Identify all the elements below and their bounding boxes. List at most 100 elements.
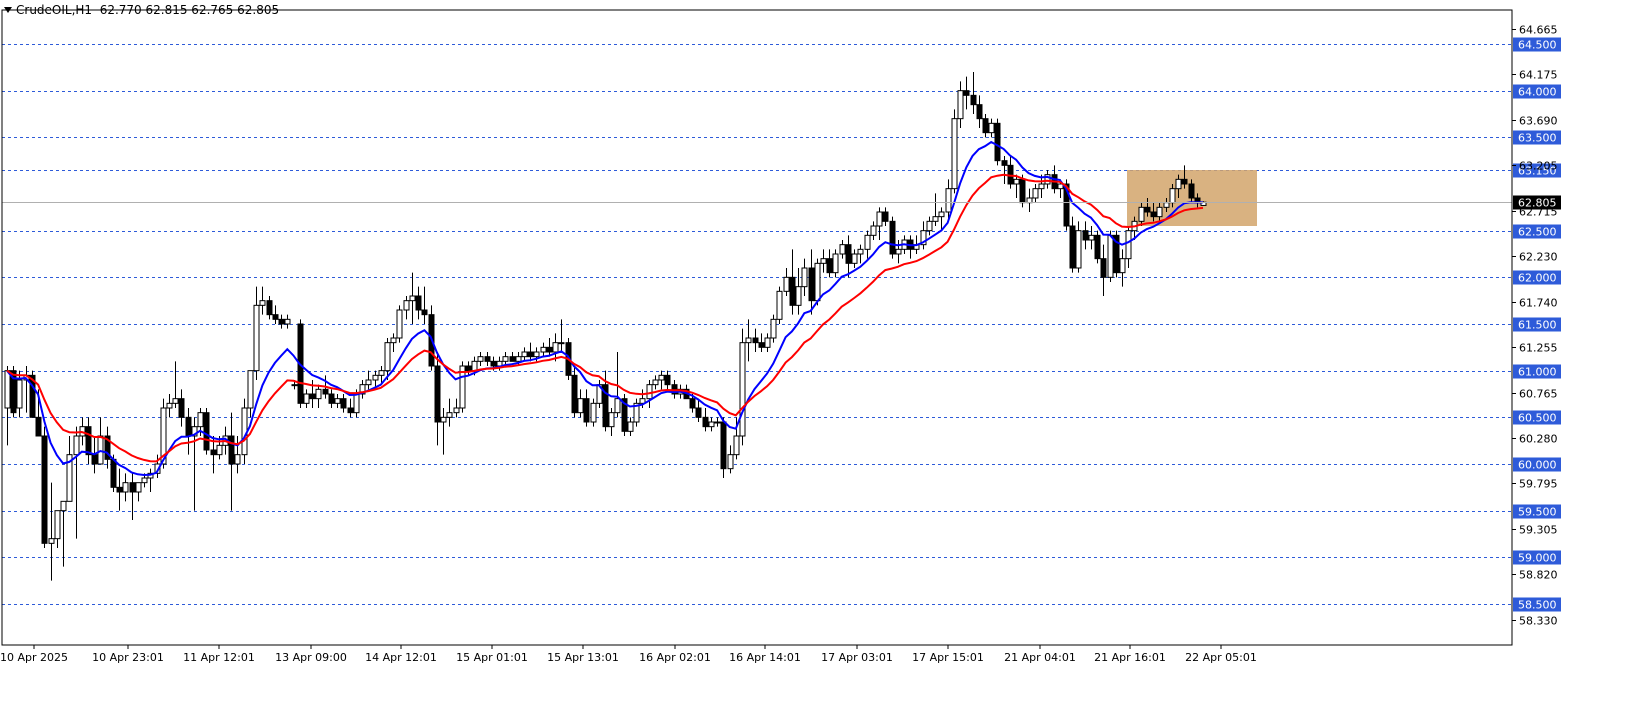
level-label: 64.500: [1518, 39, 1557, 52]
candle-body: [664, 374, 671, 386]
candle-body: [583, 398, 590, 423]
candle-body: [284, 318, 291, 325]
candle-body: [558, 342, 565, 345]
candle-body: [1088, 234, 1095, 241]
candle-body: [440, 416, 447, 423]
candle-body: [509, 356, 516, 362]
candle-body: [1150, 211, 1157, 218]
candle-body: [945, 188, 952, 213]
horizontal-levels: 64.50064.00063.50063.15062.50062.00061.5…: [2, 37, 1561, 612]
level-label: 61.500: [1518, 319, 1557, 332]
candle-body: [1019, 178, 1026, 204]
candle-body: [185, 416, 192, 437]
candle-body: [73, 435, 80, 456]
candle-body: [739, 342, 746, 437]
candle-body: [1038, 183, 1045, 190]
candle-body: [1175, 178, 1182, 190]
x-tick-label: 17 Apr 03:01: [821, 651, 893, 664]
candle-body: [253, 304, 260, 372]
candle-body: [110, 458, 117, 488]
candle-body: [234, 454, 241, 465]
time-axis: 10 Apr 2025 10 Apr 23:01 11 Apr 12:01 13 Ap…: [0, 645, 1257, 664]
candles: [4, 72, 1207, 581]
candle-body: [471, 360, 478, 372]
candle-body: [1075, 230, 1082, 269]
candle-body: [16, 379, 23, 409]
candle-body: [135, 482, 142, 493]
y-tick-label: 60.765: [1519, 388, 1558, 401]
candle-body: [259, 300, 266, 306]
candle-body: [820, 258, 827, 264]
candle-body: [776, 290, 783, 320]
candle-body: [988, 122, 995, 134]
candle-body: [178, 398, 185, 418]
level-label: 64.000: [1518, 86, 1557, 99]
candle-body: [1125, 230, 1132, 260]
current-price-marker: 62.805: [2, 195, 1561, 210]
chart-title: CrudeOIL,H1 62.770 62.815 62.765 62.805: [4, 3, 279, 17]
candle-body: [421, 309, 428, 316]
candle-body: [1181, 178, 1188, 185]
candle-body: [1188, 183, 1195, 199]
candle-body: [689, 398, 696, 409]
x-tick-label: 13 Apr 09:00: [275, 651, 347, 664]
x-tick-label: 15 Apr 01:01: [456, 651, 528, 664]
candle-body: [228, 435, 235, 465]
candle-body: [976, 104, 983, 120]
candle-body: [720, 421, 727, 470]
x-tick-label: 17 Apr 15:01: [912, 651, 984, 664]
candle-body: [658, 374, 665, 381]
candle-body: [546, 346, 553, 353]
candle-body: [758, 342, 765, 348]
candle-body: [789, 276, 796, 306]
candle-body: [801, 267, 808, 288]
candle-body: [1094, 234, 1101, 260]
candle-body: [714, 421, 721, 424]
candle-body: [384, 342, 391, 372]
candle-body: [770, 318, 777, 339]
candle-body: [702, 416, 709, 428]
candle-body: [85, 426, 92, 456]
candle-body: [303, 393, 310, 404]
candle-body: [963, 90, 970, 96]
candle-body: [434, 365, 441, 423]
candle-body: [752, 337, 759, 344]
candle-body: [1082, 230, 1089, 241]
x-tick-label: 15 Apr 13:01: [547, 651, 619, 664]
candle-body: [646, 384, 653, 400]
candle-body: [1107, 234, 1114, 278]
candle-body: [203, 412, 210, 451]
candle-body: [533, 351, 540, 358]
level-label: 58.500: [1518, 599, 1557, 612]
price-chart[interactable]: 64.50064.00063.50063.15062.50062.00061.5…: [0, 0, 1651, 707]
candle-body: [309, 393, 316, 400]
candle-body: [1032, 188, 1039, 199]
candle-body: [4, 370, 11, 409]
candle-body: [390, 337, 397, 344]
ohlc-readout: 62.770 62.815 62.765 62.805: [99, 3, 280, 17]
level-label: 59.500: [1518, 506, 1557, 519]
level-label: 59.000: [1518, 552, 1557, 565]
candle-body: [372, 374, 379, 381]
candle-body: [35, 416, 42, 437]
candle-body: [129, 482, 136, 493]
candle-body: [60, 500, 67, 512]
candle-body: [48, 538, 55, 544]
level-label: 62.000: [1518, 272, 1557, 285]
dropdown-triangle-icon[interactable]: [4, 7, 12, 13]
candle-body: [91, 454, 98, 465]
candle-body: [1100, 258, 1107, 278]
candle-body: [932, 216, 939, 222]
candle-body: [733, 435, 740, 456]
candle-body: [291, 384, 298, 387]
candle-body: [247, 370, 254, 409]
candle-body: [415, 295, 422, 311]
candle-body: [889, 220, 896, 255]
candle-body: [1119, 258, 1126, 274]
x-tick-label: 14 Apr 12:01: [365, 651, 437, 664]
candle-body: [627, 421, 634, 432]
x-tick-label: 22 Apr 05:01: [1185, 651, 1257, 664]
y-tick-label: 60.280: [1519, 433, 1558, 446]
candle-body: [951, 118, 958, 190]
candle-body: [122, 482, 129, 493]
